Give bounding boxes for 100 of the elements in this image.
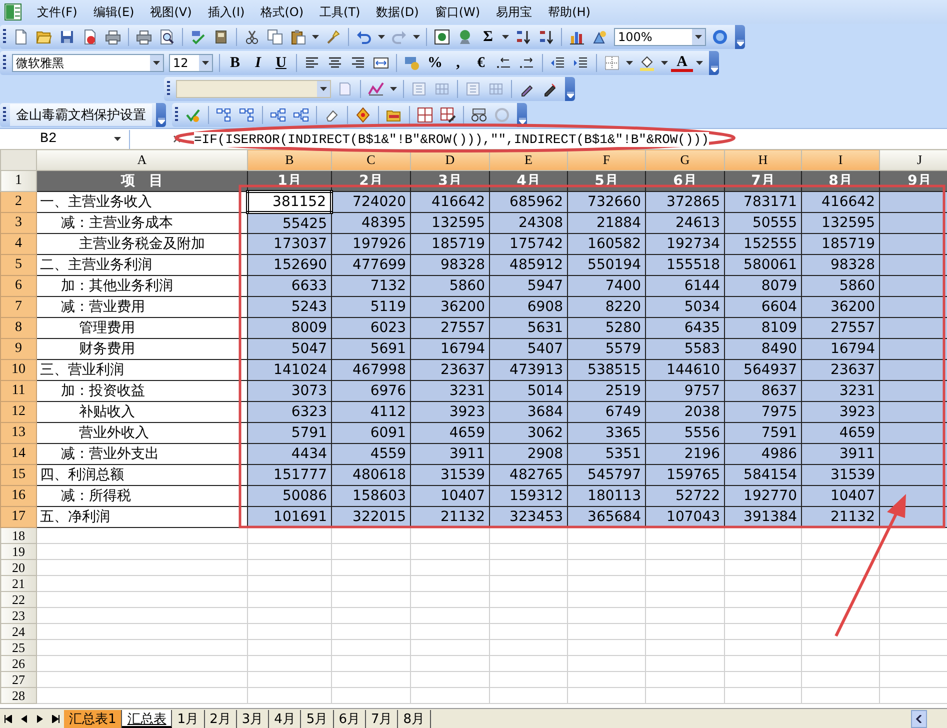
- caret-icon[interactable]: [320, 87, 327, 91]
- sheet-tab[interactable]: 5月: [301, 710, 334, 728]
- print-preview-icon[interactable]: [159, 29, 175, 45]
- toolbar-handle[interactable]: [3, 107, 6, 123]
- row-header[interactable]: 28: [0, 688, 36, 704]
- italic-button[interactable]: I: [247, 52, 269, 74]
- row-header[interactable]: 26: [0, 656, 36, 672]
- fill-color-icon[interactable]: [639, 55, 655, 71]
- toolbar-handle[interactable]: [175, 107, 178, 123]
- row-header[interactable]: 3: [0, 212, 36, 234]
- zoom-field[interactable]: 100%: [614, 28, 706, 46]
- merge-cells-icon[interactable]: [373, 55, 389, 71]
- row-header[interactable]: 9: [0, 338, 36, 360]
- caret-icon[interactable]: [626, 61, 633, 65]
- row-header[interactable]: 22: [0, 592, 36, 608]
- toolbar-options-button[interactable]: [565, 77, 575, 101]
- chevron-icon[interactable]: [736, 40, 744, 46]
- toolbar-options-button[interactable]: [156, 103, 166, 127]
- row-header[interactable]: 10: [0, 360, 36, 380]
- sheet-tab[interactable]: 1月: [172, 710, 205, 728]
- sum-button[interactable]: Σ: [477, 26, 499, 48]
- caret-icon[interactable]: [696, 61, 703, 65]
- caret-icon[interactable]: [661, 61, 668, 65]
- chevron-icon[interactable]: [710, 66, 718, 72]
- menu-item[interactable]: 易用宝: [489, 2, 540, 22]
- percent-button[interactable]: %: [424, 52, 446, 74]
- euro-button[interactable]: €: [470, 52, 492, 74]
- column-header[interactable]: F: [568, 150, 646, 170]
- printer-icon[interactable]: [105, 29, 121, 45]
- sort-ascending-icon[interactable]: [515, 29, 531, 45]
- column-header[interactable]: H: [724, 150, 802, 170]
- print-icon[interactable]: [136, 29, 152, 45]
- menu-item[interactable]: 数据(D): [369, 2, 426, 22]
- row-header[interactable]: 18: [0, 528, 36, 544]
- bold-button[interactable]: B: [224, 52, 246, 74]
- next-sheet-icon[interactable]: [36, 715, 44, 723]
- row-header[interactable]: 20: [0, 560, 36, 576]
- row-header[interactable]: 16: [0, 486, 36, 506]
- chevron-icon[interactable]: [566, 92, 574, 98]
- increase-decimal-icon[interactable]: [496, 55, 512, 71]
- pen-icon[interactable]: [542, 81, 558, 97]
- row-header[interactable]: 6: [0, 276, 36, 296]
- font-name-field[interactable]: 微软雅黑: [12, 54, 164, 72]
- protect-document-button[interactable]: 金山毒霸文档保护设置: [10, 104, 152, 126]
- row-header[interactable]: 13: [0, 422, 36, 444]
- sheet-tab[interactable]: 7月: [366, 710, 398, 728]
- row-header[interactable]: 25: [0, 640, 36, 656]
- row-header[interactable]: 2: [0, 192, 36, 212]
- scroll-left-icon[interactable]: [915, 715, 923, 723]
- undo-icon[interactable]: [356, 29, 372, 45]
- row-header[interactable]: 17: [0, 506, 36, 528]
- caret-icon[interactable]: [413, 35, 420, 39]
- grid-icon[interactable]: [417, 107, 433, 123]
- caret-icon[interactable]: [695, 35, 702, 39]
- menu-item[interactable]: 插入(I): [200, 2, 252, 22]
- chevron-icon[interactable]: [518, 118, 526, 124]
- toolbar-handle[interactable]: [3, 55, 6, 71]
- column-header[interactable]: J: [880, 150, 947, 170]
- sheet-tab[interactable]: 2月: [204, 710, 237, 728]
- brush-icon[interactable]: [325, 29, 341, 45]
- column-header[interactable]: B: [248, 150, 332, 170]
- folder-icon[interactable]: [36, 29, 52, 45]
- sheet-tab[interactable]: 6月: [334, 710, 366, 728]
- scissors-icon[interactable]: [244, 29, 260, 45]
- sheet-tab[interactable]: 汇总表1: [64, 710, 122, 728]
- formula-text[interactable]: =IF(ISERROR(INDIRECT(B$1&"!B"&ROW())),"",INDIRECT(B$1&"!B"&ROW())): [194, 132, 709, 146]
- row-header[interactable]: 21: [0, 576, 36, 592]
- column-header[interactable]: A: [36, 150, 248, 170]
- toolbar-handle[interactable]: [167, 81, 170, 97]
- row-header[interactable]: 14: [0, 444, 36, 464]
- save-icon[interactable]: [59, 29, 75, 45]
- menu-item[interactable]: 视图(V): [143, 2, 199, 22]
- caret-icon[interactable]: [502, 35, 509, 39]
- row-header[interactable]: 15: [0, 464, 36, 486]
- row-header[interactable]: 5: [0, 254, 36, 276]
- row-header[interactable]: 19: [0, 544, 36, 560]
- new-document-icon[interactable]: [13, 29, 29, 45]
- row-header[interactable]: 23: [0, 608, 36, 624]
- toolbar-options-button[interactable]: [709, 51, 719, 75]
- sheet-tab[interactable]: 汇总表: [122, 710, 172, 728]
- document-icon[interactable]: [82, 29, 98, 45]
- previous-sheet-icon[interactable]: [20, 715, 28, 723]
- sheet-tab[interactable]: 3月: [236, 710, 270, 728]
- row-header[interactable]: 11: [0, 380, 36, 402]
- row-header[interactable]: 1: [0, 170, 36, 192]
- check-icon[interactable]: [185, 107, 201, 123]
- toolbar-handle[interactable]: [3, 29, 6, 45]
- caret-icon[interactable]: [153, 61, 160, 65]
- error-icon[interactable]: [355, 107, 371, 123]
- sort-descending-icon[interactable]: [538, 29, 554, 45]
- row-header[interactable]: 12: [0, 402, 36, 422]
- font-color-button[interactable]: A: [671, 54, 693, 72]
- menu-item[interactable]: 编辑(E): [86, 2, 142, 22]
- nodes-icon[interactable]: [293, 107, 309, 123]
- caret-icon[interactable]: [114, 137, 121, 141]
- paste-icon[interactable]: [290, 29, 306, 45]
- menu-item[interactable]: 文件(F): [30, 2, 84, 22]
- decrease-decimal-icon[interactable]: [519, 55, 535, 71]
- spelling-icon[interactable]: [190, 29, 206, 45]
- caret-icon[interactable]: [390, 87, 397, 91]
